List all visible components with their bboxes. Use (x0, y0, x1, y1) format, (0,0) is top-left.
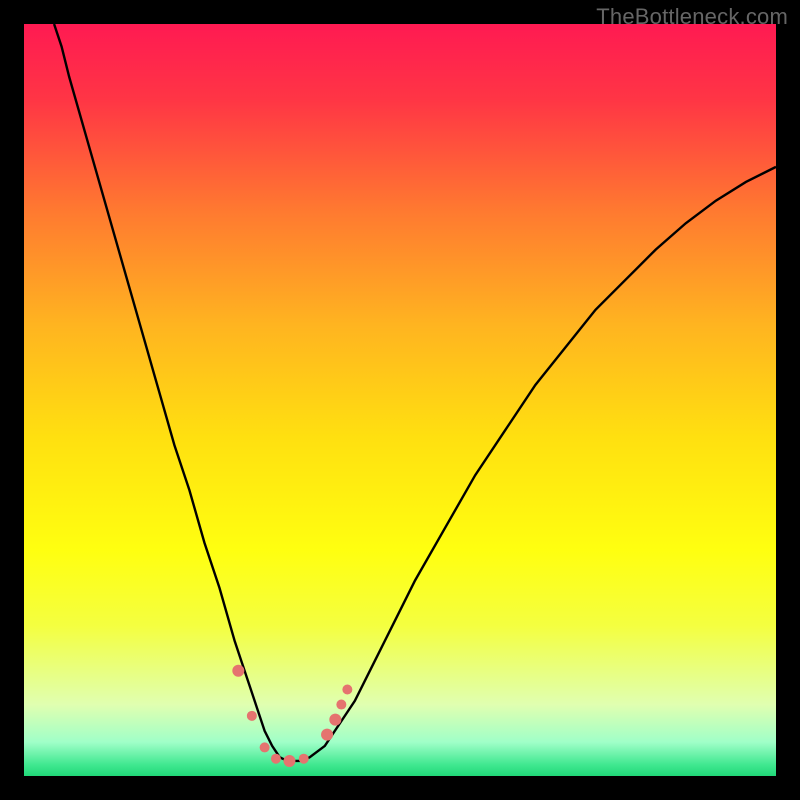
marker-point (342, 685, 352, 695)
chart-svg (24, 24, 776, 776)
marker-point (321, 729, 333, 741)
marker-point (329, 714, 341, 726)
marker-point (247, 711, 257, 721)
marker-point (336, 700, 346, 710)
watermark-text: TheBottleneck.com (596, 4, 788, 30)
marker-point (299, 754, 309, 764)
marker-point (271, 754, 281, 764)
marker-point (283, 755, 295, 767)
marker-point (232, 665, 244, 677)
chart-container: TheBottleneck.com (0, 0, 800, 800)
marker-point (260, 742, 270, 752)
gradient-background (24, 24, 776, 776)
plot-area (24, 24, 776, 776)
